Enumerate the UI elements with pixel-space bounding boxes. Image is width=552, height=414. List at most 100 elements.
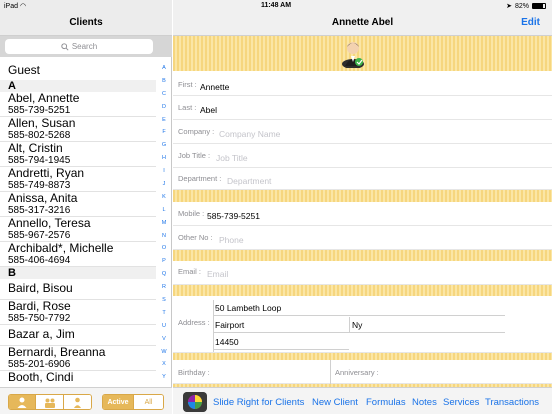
segment-groups[interactable] <box>36 395 64 409</box>
index-letter[interactable]: H <box>158 152 170 165</box>
first-name-field[interactable]: First : Annette <box>173 72 552 96</box>
index-letter[interactable]: V <box>158 333 170 346</box>
client-name: Abel, Annette <box>8 91 80 105</box>
active-filter-segment: Active All <box>102 394 164 410</box>
list-item[interactable]: Bazar a, Jim <box>0 325 156 346</box>
client-name: Baird, Bisou <box>8 281 73 295</box>
client-phone: 585-802-5268 <box>8 130 71 141</box>
department-field[interactable]: Department : Department <box>173 168 552 190</box>
services-button[interactable]: Services <box>443 397 479 408</box>
battery-percent: 82% <box>514 2 529 10</box>
job-title-placeholder: Job Title <box>216 153 248 163</box>
street-value[interactable]: 50 Lambeth Loop <box>213 300 505 316</box>
address-label: Address : <box>178 318 210 327</box>
status-bar: iPad ◠ 11:48 AM ➤ 82% <box>0 0 552 12</box>
list-item[interactable]: Abel, Annette 585-739-5251 <box>0 92 156 117</box>
dates-divider <box>330 360 331 384</box>
transactions-button[interactable]: Transactions <box>485 397 539 408</box>
index-letter[interactable]: B <box>158 75 170 88</box>
list-item[interactable]: Bardi, Rose 585-750-7792 <box>0 300 156 325</box>
index-letter[interactable]: W <box>158 346 170 359</box>
index-letter[interactable]: J <box>158 178 170 191</box>
first-name-label: First : <box>178 80 197 89</box>
index-letter[interactable]: Q <box>158 268 170 281</box>
detail-toolbar: Slide Right for Clients New Client Formu… <box>173 387 552 414</box>
search-icon <box>61 42 69 51</box>
client-avatar-icon[interactable] <box>340 38 366 68</box>
index-letter[interactable]: T <box>158 307 170 320</box>
edit-button[interactable]: Edit <box>521 17 540 28</box>
index-letter[interactable]: S <box>158 294 170 307</box>
index-letter[interactable]: E <box>158 114 170 127</box>
index-letter[interactable]: N <box>158 230 170 243</box>
email-label: Email : <box>178 267 201 276</box>
index-letter[interactable]: Y <box>158 371 170 384</box>
company-placeholder: Company Name <box>219 129 281 139</box>
alphabet-index[interactable]: ABCDEFGHIJKLMNOPQRSTUVWXYZ <box>158 62 170 397</box>
address-field[interactable]: Address : 50 Lambeth Loop Fairport Ny 14… <box>173 296 552 353</box>
birthday-label[interactable]: Birthday : <box>178 368 210 377</box>
person-icon <box>17 397 27 408</box>
last-name-label: Last : <box>178 103 197 112</box>
email-field[interactable]: Email : Email <box>173 261 552 285</box>
list-item[interactable]: Anissa, Anita 585-317-3216 <box>0 192 156 217</box>
client-phone: 585-967-2576 <box>8 230 71 241</box>
list-item[interactable]: Alt, Cristin 585-794-1945 <box>0 142 156 167</box>
search-placeholder: Search <box>71 42 98 51</box>
section-divider <box>173 285 552 296</box>
mobile-field[interactable]: Mobile : 585-739-5251 <box>173 202 552 226</box>
search-input[interactable]: Search <box>5 39 153 54</box>
company-field[interactable]: Company : Company Name <box>173 120 552 144</box>
index-letter[interactable]: R <box>158 281 170 294</box>
job-title-field[interactable]: Job Title : Job Title <box>173 144 552 168</box>
filter-all-button[interactable]: All <box>132 395 163 409</box>
filter-active-button[interactable]: Active <box>103 395 133 409</box>
index-letter[interactable]: X <box>158 358 170 371</box>
index-letter[interactable]: M <box>158 217 170 230</box>
other-phone-field[interactable]: Other No : Phone <box>173 226 552 250</box>
index-letter[interactable]: I <box>158 165 170 178</box>
client-name: Annello, Teresa <box>8 216 91 230</box>
location-icon: ➤ <box>506 3 512 10</box>
mobile-label: Mobile : <box>178 209 205 218</box>
list-item[interactable]: Baird, Bisou <box>0 279 156 300</box>
child-icon <box>73 397 81 408</box>
formulas-button[interactable]: Formulas <box>366 397 406 408</box>
list-item[interactable]: Bernardi, Breanna 585-201-6906 <box>0 346 156 371</box>
client-name: Bazar a, Jim <box>8 327 75 341</box>
last-name-field[interactable]: Last : Abel <box>173 96 552 120</box>
client-detail-pane: Annette Abel Edit First : Annette Last :… <box>173 0 552 414</box>
index-letter[interactable]: A <box>158 62 170 75</box>
index-letter[interactable]: F <box>158 126 170 139</box>
state-value[interactable]: Ny <box>349 317 505 333</box>
index-letter[interactable]: C <box>158 88 170 101</box>
list-item-guest[interactable]: Guest <box>0 58 156 80</box>
new-client-button[interactable]: New Client <box>312 397 358 408</box>
list-item[interactable]: Booth, Cindi315-884-5619 <box>0 371 156 384</box>
index-letter[interactable]: L <box>158 204 170 217</box>
city-value[interactable]: Fairport <box>213 317 349 333</box>
index-letter[interactable]: G <box>158 139 170 152</box>
index-letter[interactable]: U <box>158 320 170 333</box>
client-phone: 585-739-5251 <box>8 105 71 116</box>
list-item[interactable]: Andretti, Ryan 585-749-8873 <box>0 167 156 192</box>
zip-value[interactable]: 14450 <box>213 334 349 350</box>
dates-row: Birthday : Anniversary : <box>173 360 552 384</box>
index-letter[interactable]: P <box>158 255 170 268</box>
index-letter[interactable]: D <box>158 101 170 114</box>
list-item[interactable]: Annello, Teresa 585-967-2576 <box>0 217 156 242</box>
anniversary-label[interactable]: Anniversary : <box>335 368 379 377</box>
clients-pane: Clients Search Guest A Abel, Annette 585-… <box>0 0 172 414</box>
client-title: Annette Abel <box>331 17 394 28</box>
notes-button[interactable]: Notes <box>412 397 437 408</box>
index-letter[interactable]: K <box>158 191 170 204</box>
index-letter[interactable]: O <box>158 242 170 255</box>
section-divider <box>173 190 552 202</box>
segment-clients[interactable] <box>9 395 37 409</box>
list-item[interactable]: Allen, Susan 585-802-5268 <box>0 117 156 142</box>
clients-list[interactable]: Guest A Abel, Annette 585-739-5251 Allen,… <box>0 58 156 384</box>
slide-right-link[interactable]: Slide Right for Clients <box>213 397 304 408</box>
color-wheel-icon[interactable] <box>183 392 207 412</box>
segment-kids[interactable] <box>63 395 91 409</box>
list-item[interactable]: Archibald*, Michelle 585-406-4694 <box>0 242 156 267</box>
